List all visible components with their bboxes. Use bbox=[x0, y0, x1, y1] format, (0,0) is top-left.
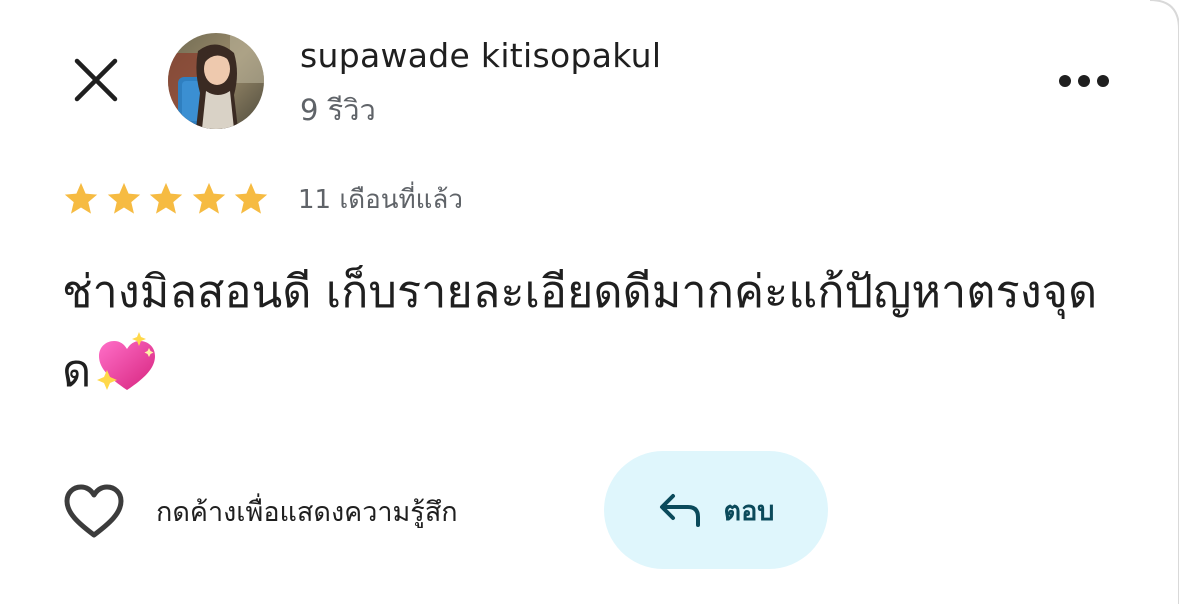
more-horizontal-icon bbox=[1059, 75, 1109, 87]
review-date: 11 เดือนที่แล้ว bbox=[298, 184, 463, 215]
review-text-content: ช่างมิลสอนดี เก็บรายละเอียดดีมากค่ะแก้ปั… bbox=[62, 265, 1098, 397]
avatar[interactable] bbox=[168, 33, 264, 129]
star-icon bbox=[192, 182, 225, 214]
star-icon bbox=[64, 182, 98, 214]
rating-row: 11 เดือนที่แล้ว bbox=[62, 176, 463, 222]
star-icon bbox=[234, 182, 268, 214]
heart-outline-icon bbox=[64, 484, 124, 538]
close-button[interactable] bbox=[62, 46, 130, 114]
review-text: ช่างมิลสอนดี เก็บรายละเอียดดีมากค่ะแก้ปั… bbox=[62, 254, 1122, 409]
author-name[interactable]: supawade kitisopakul bbox=[300, 34, 661, 78]
more-options-button[interactable] bbox=[1048, 58, 1120, 104]
avatar-photo bbox=[168, 33, 264, 129]
sparkling-heart-emoji bbox=[97, 332, 156, 390]
star-rating bbox=[62, 180, 270, 218]
close-icon bbox=[74, 58, 118, 102]
reply-label: ตอบ bbox=[723, 495, 775, 527]
reply-button[interactable]: ตอบ bbox=[604, 451, 828, 569]
reply-arrow-icon bbox=[659, 494, 700, 527]
star-icon bbox=[107, 182, 140, 214]
react-button[interactable]: กดค้างเพื่อแสดงความรู้สึก bbox=[62, 476, 458, 546]
star-icon bbox=[149, 182, 183, 214]
review-count[interactable]: 9 รีวิว bbox=[300, 90, 376, 130]
react-label: กดค้างเพื่อแสดงความรู้สึก bbox=[156, 496, 458, 528]
